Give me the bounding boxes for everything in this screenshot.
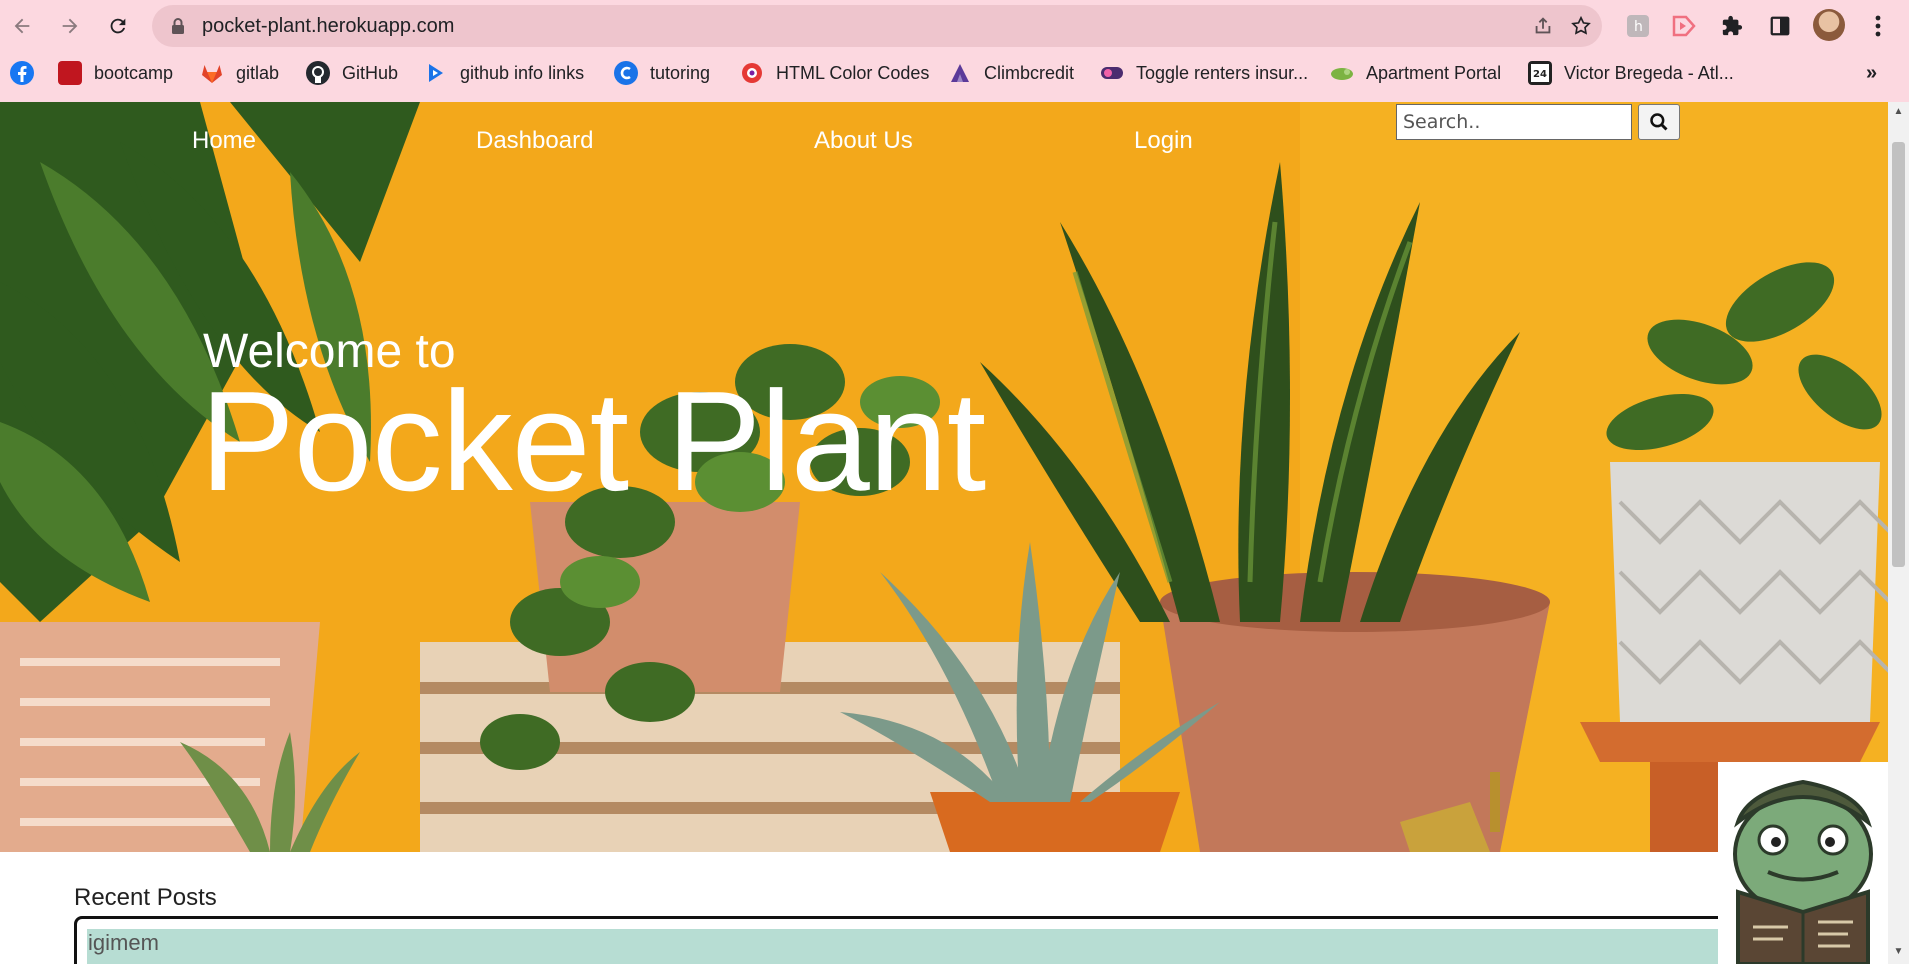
nav-about-link[interactable]: About Us <box>814 127 913 155</box>
victor-icon: 24 <box>1528 61 1552 85</box>
bookmark-bootcamp[interactable]: bootcamp <box>58 60 173 86</box>
extension-play-icon[interactable] <box>1668 10 1700 42</box>
bookmarks-bar: bootcamp gitlab GitHub github info links… <box>0 52 1909 94</box>
bookmarks-overflow-button[interactable]: » <box>1866 62 1877 85</box>
bookmark-apartment-portal[interactable]: Apartment Portal <box>1330 60 1501 86</box>
kebab-menu-icon[interactable] <box>1862 10 1894 42</box>
profile-avatar[interactable] <box>1813 9 1845 41</box>
forward-arrow-icon[interactable] <box>54 10 86 42</box>
share-icon[interactable] <box>1530 15 1556 37</box>
toggle-icon <box>1100 61 1124 85</box>
bookmark-github[interactable]: GitHub <box>306 60 398 86</box>
color-wheel-icon <box>740 61 764 85</box>
back-arrow-icon[interactable] <box>6 10 38 42</box>
lock-icon <box>172 18 184 34</box>
address-bar[interactable]: pocket-plant.herokuapp.com <box>152 5 1602 47</box>
side-panel-icon[interactable] <box>1764 10 1796 42</box>
page-viewport: Home Dashboard About Us Login Welcome to… <box>0 102 1888 964</box>
search-button[interactable] <box>1638 104 1680 140</box>
hero-title: Pocket Plant <box>200 362 986 521</box>
bookmark-toggle[interactable]: Toggle renters insur... <box>1100 60 1308 86</box>
svg-text:h: h <box>1634 19 1643 35</box>
bookmark-climbcredit[interactable]: Climbcredit <box>948 60 1074 86</box>
frog-mascot-image <box>1718 762 1888 964</box>
url-text: pocket-plant.herokuapp.com <box>202 15 455 37</box>
bookmark-facebook[interactable] <box>10 60 46 86</box>
hero-banner: Home Dashboard About Us Login Welcome to… <box>0 102 1888 852</box>
nav-dashboard-link[interactable]: Dashboard <box>476 127 593 155</box>
recent-posts-heading: Recent Posts <box>74 884 217 911</box>
apartment-icon <box>1330 61 1354 85</box>
svg-text:24: 24 <box>1533 69 1547 80</box>
reload-icon[interactable] <box>102 10 134 42</box>
post-list-item[interactable] <box>87 929 1801 964</box>
puzzle-extensions-icon[interactable] <box>1716 10 1748 42</box>
extension-h-icon[interactable]: h <box>1622 10 1654 42</box>
github-icon <box>306 61 330 85</box>
climbcredit-icon <box>948 61 972 85</box>
browser-chrome: pocket-plant.herokuapp.com h bootcamp gi… <box>0 0 1909 102</box>
scroll-up-arrow-icon[interactable]: ▲ <box>1888 106 1909 120</box>
scroll-thumb[interactable] <box>1892 142 1905 567</box>
bookmark-html-color-codes[interactable]: HTML Color Codes <box>740 60 929 86</box>
post-title[interactable]: igimem <box>88 930 159 956</box>
page-scrollbar[interactable]: ▲ ▼ <box>1888 102 1909 964</box>
recent-posts-card <box>74 916 1804 964</box>
nav-login-link[interactable]: Login <box>1134 127 1193 155</box>
bootcamp-icon <box>58 61 82 85</box>
bookmark-github-info-links[interactable]: github info links <box>424 60 584 86</box>
bookmark-gitlab[interactable]: gitlab <box>200 60 279 86</box>
bookmark-victor-bregeda[interactable]: 24 Victor Bregeda - Atl... <box>1528 60 1734 86</box>
star-bookmark-icon[interactable] <box>1568 15 1594 37</box>
facebook-icon <box>10 61 34 85</box>
browser-toolbar: pocket-plant.herokuapp.com h <box>0 0 1909 52</box>
search-icon <box>1650 113 1668 131</box>
tutoring-icon <box>614 61 638 85</box>
scroll-down-arrow-icon[interactable]: ▼ <box>1888 946 1909 960</box>
gitlab-icon <box>200 61 224 85</box>
search-input[interactable] <box>1396 104 1632 140</box>
blue-arrow-icon <box>424 61 448 85</box>
bookmark-tutoring[interactable]: tutoring <box>614 60 710 86</box>
nav-home-link[interactable]: Home <box>192 127 256 155</box>
